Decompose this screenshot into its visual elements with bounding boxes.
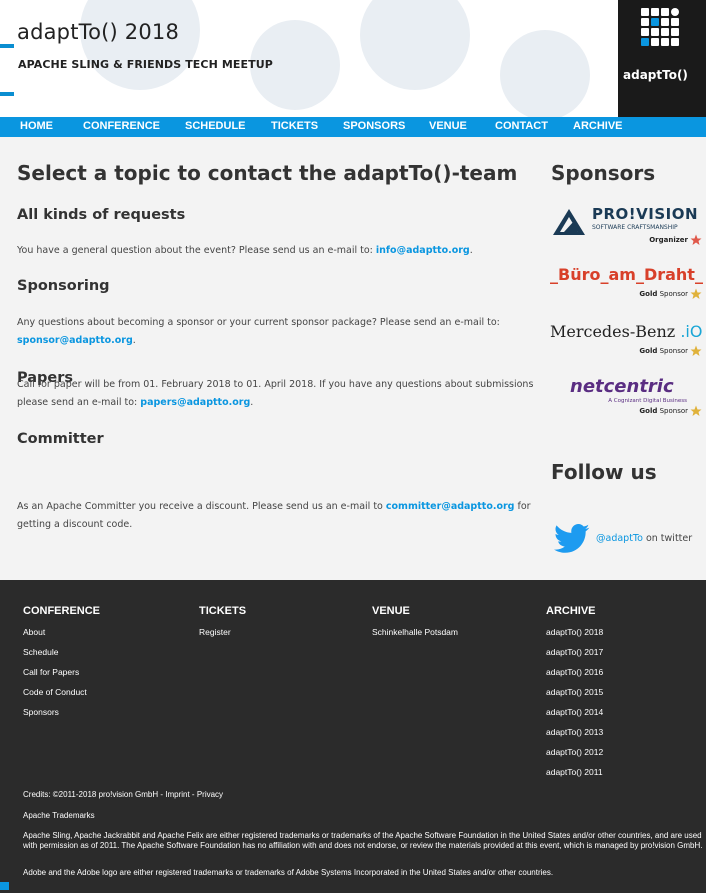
page-heading: Select a topic to contact the adaptTo()-… — [17, 161, 518, 185]
nav-tickets[interactable]: TICKETS — [271, 120, 318, 132]
footer-link-schedule[interactable]: Schedule — [23, 642, 100, 662]
section-title-sponsoring: Sponsoring — [17, 278, 110, 294]
footer-link-archive-2012[interactable]: adaptTo() 2012 — [546, 742, 603, 762]
sponsor-name: netcentric — [570, 376, 674, 397]
footer-column-venue: VENUE Schinkelhalle Potsdam — [372, 605, 458, 642]
footer-link-register[interactable]: Register — [199, 622, 246, 642]
privacy-link[interactable]: Privacy — [197, 790, 223, 799]
nav-contact[interactable]: CONTACT — [495, 120, 548, 132]
section-title-committer: Committer — [17, 431, 104, 447]
header-decoration — [80, 0, 200, 90]
nav-home[interactable]: HOME — [20, 120, 53, 132]
footer-column-title: CONFERENCE — [23, 605, 101, 617]
header-decoration — [500, 30, 590, 117]
main-content: Select a topic to contact the adaptTo()-… — [0, 137, 706, 580]
section-text-papers: Call for paper will be from 01. February… — [17, 379, 534, 408]
email-link-sponsor[interactable]: sponsor@adaptto.org — [17, 335, 133, 346]
sponsors-heading: Sponsors — [551, 161, 656, 185]
sponsor-netcentric[interactable]: netcentric A Cognizant Digital Business … — [548, 376, 706, 426]
logo-grid-icon — [641, 8, 683, 50]
site-subtitle: APACHE SLING & FRIENDS TECH MEETUP — [18, 58, 273, 71]
site-title[interactable]: adaptTo() 2018 — [17, 20, 179, 44]
apache-trademarks-title: Apache Trademarks — [23, 811, 95, 820]
sponsor-level: Gold Sponsor — [639, 405, 702, 417]
site-header: adaptTo() 2018 APACHE SLING & FRIENDS TE… — [0, 0, 706, 117]
site-footer: CONFERENCE About Schedule Call for Paper… — [0, 580, 706, 893]
email-link-info[interactable]: info@adaptto.org — [376, 245, 470, 256]
footer-column-tickets: TICKETS Register — [199, 605, 246, 642]
section-title-general: All kinds of requests — [17, 207, 186, 223]
footer-link-archive-2017[interactable]: adaptTo() 2017 — [546, 642, 603, 662]
nav-sponsors[interactable]: SPONSORS — [343, 120, 405, 132]
header-decoration — [360, 0, 470, 90]
nav-conference[interactable]: CONFERENCE — [83, 120, 160, 132]
section-text-committer: As an Apache Committer you receive a dis… — [17, 501, 531, 530]
footer-link-archive-2014[interactable]: adaptTo() 2014 — [546, 702, 603, 722]
provision-logo-icon — [553, 209, 585, 235]
apache-trademarks-text: Apache Sling, Apache Jackrabbit and Apac… — [23, 831, 703, 850]
organizer-star-icon — [690, 234, 702, 245]
sponsor-provision[interactable]: PRO!VISION SOFTWARE CRAFTSMANSHIP Organi… — [548, 203, 706, 253]
footer-column-title: TICKETS — [199, 605, 247, 617]
gold-star-icon — [690, 405, 702, 416]
twitter-bird-icon — [554, 524, 590, 553]
logo-text: adaptTo() — [623, 68, 688, 82]
sponsor-name: PRO!VISION — [592, 205, 699, 223]
footer-column-archive: ARCHIVE adaptTo() 2018 adaptTo() 2017 ad… — [546, 605, 603, 782]
footer-link-archive-2011[interactable]: adaptTo() 2011 — [546, 762, 603, 782]
twitter-handle-link[interactable]: @adaptTo — [596, 533, 643, 544]
footer-link-venue[interactable]: Schinkelhalle Potsdam — [372, 622, 458, 642]
footer-link-code-of-conduct[interactable]: Code of Conduct — [23, 682, 100, 702]
footer-link-archive-2013[interactable]: adaptTo() 2013 — [546, 722, 603, 742]
footer-link-call-for-papers[interactable]: Call for Papers — [23, 662, 100, 682]
sponsor-name: _Büro_am_Draht_ — [550, 265, 703, 284]
section-text-sponsoring: Any questions about becoming a sponsor o… — [17, 317, 500, 346]
nav-schedule[interactable]: SCHEDULE — [185, 120, 246, 132]
email-link-committer[interactable]: committer@adaptto.org — [386, 501, 515, 512]
header-accent — [0, 92, 14, 96]
sponsor-tagline: A Cognizant Digital Business — [608, 398, 687, 404]
footer-credits: Credits: ©2011-2018 pro!vision GmbH - Im… — [23, 790, 224, 799]
main-nav: HOME CONFERENCE SCHEDULE TICKETS SPONSOR… — [0, 117, 706, 137]
footer-column-title: VENUE — [372, 605, 410, 617]
adaptto-logo[interactable]: adaptTo() — [618, 0, 706, 117]
imprint-link[interactable]: Imprint — [165, 790, 189, 799]
sponsor-mercedes-benz-io[interactable]: Mercedes-Benz .iO Gold Sponsor — [548, 320, 706, 362]
sponsor-level: Gold Sponsor — [639, 345, 702, 357]
gold-star-icon — [690, 345, 702, 356]
follow-us-heading: Follow us — [551, 460, 657, 484]
footer-link-archive-2015[interactable]: adaptTo() 2015 — [546, 682, 603, 702]
footer-link-archive-2016[interactable]: adaptTo() 2016 — [546, 662, 603, 682]
sponsor-level: Organizer — [649, 234, 702, 246]
sponsor-tagline: SOFTWARE CRAFTSMANSHIP — [592, 224, 678, 231]
nav-archive[interactable]: ARCHIVE — [573, 120, 623, 132]
sponsor-level: Gold Sponsor — [639, 288, 702, 300]
footer-accent — [0, 882, 9, 890]
footer-link-sponsors[interactable]: Sponsors — [23, 702, 100, 722]
twitter-handle: @adaptTo on twitter — [596, 533, 693, 544]
header-accent — [0, 44, 14, 48]
adobe-trademarks-text: Adobe and the Adobe logo are either regi… — [23, 868, 554, 877]
footer-link-archive-2018[interactable]: adaptTo() 2018 — [546, 622, 603, 642]
email-link-papers[interactable]: papers@adaptto.org — [140, 397, 250, 408]
section-text-general: You have a general question about the ev… — [17, 245, 473, 256]
footer-link-about[interactable]: About — [23, 622, 100, 642]
footer-column-conference: CONFERENCE About Schedule Call for Paper… — [23, 605, 100, 722]
footer-column-title: ARCHIVE — [546, 605, 596, 617]
sponsor-buero-am-draht[interactable]: _Büro_am_Draht_ Gold Sponsor — [548, 263, 706, 305]
twitter-link[interactable]: @adaptTo on twitter — [553, 524, 706, 554]
gold-star-icon — [690, 288, 702, 299]
nav-venue[interactable]: VENUE — [429, 120, 467, 132]
sponsor-name: Mercedes-Benz .iO — [550, 322, 703, 341]
